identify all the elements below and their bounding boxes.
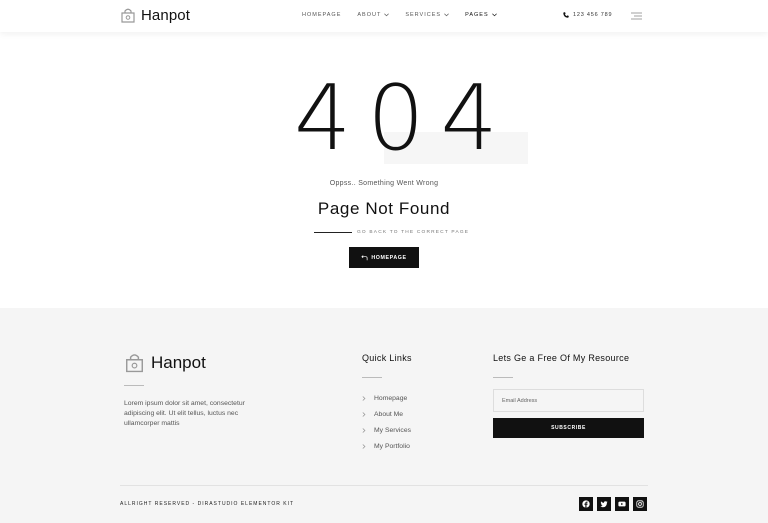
footer-bottom-divider [120,485,648,486]
subscribe-button-label: SUBSCRIBE [551,425,586,431]
facebook-icon [582,500,590,508]
youtube-link[interactable] [615,497,629,511]
footer-description: Lorem ipsum dolor sit amet, consectetur … [124,400,245,428]
subscribe-button[interactable]: SUBSCRIBE [493,418,644,438]
phone-number: 123 456 789 [573,12,613,18]
quick-link-label: About Me [374,410,404,418]
nav-item-services[interactable]: SERVICES [405,12,449,18]
homepage-button[interactable]: HOMEPAGE [349,247,419,268]
resource-title: Lets Ge a Free Of My Resource [493,353,630,363]
nav-label: HOMEPAGE [302,12,342,18]
chevron-down-icon [384,13,390,17]
youtube-icon [618,501,626,507]
shopping-bag-icon [126,354,143,373]
quick-link-my-services[interactable]: My Services [362,422,411,438]
copyright-text: ALLRIGHT RESERVED - DIRASTUDIO ELEMENTOR… [120,501,295,507]
site-header: Hanpot HOMEPAGE ABOUT SERVICES PAGES 123… [0,0,768,32]
quick-link-label: My Services [374,426,412,434]
return-arrow-icon [361,254,368,260]
nav-item-homepage[interactable]: HOMEPAGE [302,12,341,18]
go-back-text: GO BACK TO THE CORRECT PAGE [357,230,470,235]
quick-link-about-me[interactable]: About Me [362,406,411,422]
quick-links-title: Quick Links [362,353,412,363]
nav-item-about[interactable]: ABOUT [357,12,390,18]
error-title: Page Not Found [317,199,451,218]
quick-link-label: My Portfolio [374,443,410,451]
nav-label: SERVICES [405,12,442,18]
phone-icon [563,12,569,18]
hamburger-menu-icon[interactable] [631,12,642,20]
chevron-right-icon [362,412,366,417]
chevron-right-icon [362,428,366,433]
footer-divider [124,385,144,386]
quick-links-divider [362,377,382,378]
chevron-right-icon [362,444,366,449]
nav-label: PAGES [465,12,489,18]
shopping-bag-icon [121,8,135,23]
footer-logo-text: Hanpot [151,353,206,372]
error-subtitle: Oppss.. Something Went Wrong [329,180,439,187]
homepage-button-label: HOMEPAGE [371,254,407,261]
resource-divider [493,377,513,378]
instagram-icon [636,500,644,508]
logo-text: Hanpot [141,7,190,24]
site-logo[interactable]: Hanpot [120,7,190,24]
nav-item-pages[interactable]: PAGES [465,12,497,18]
twitter-link[interactable] [597,497,611,511]
twitter-icon [600,501,608,508]
facebook-link[interactable] [579,497,593,511]
social-links [579,497,647,511]
nav-label: ABOUT [357,12,382,18]
chevron-down-icon [491,13,497,17]
quick-links-list: Homepage About Me My Services My Portfol… [362,390,411,455]
error-code: 404 [294,66,514,171]
divider-line [314,232,352,233]
chevron-down-icon [444,13,449,17]
email-field[interactable] [493,389,644,412]
instagram-link[interactable] [633,497,647,511]
main-nav: HOMEPAGE ABOUT SERVICES PAGES [302,12,513,18]
quick-link-label: Homepage [374,394,408,402]
quick-link-homepage[interactable]: Homepage [362,390,411,406]
phone-contact[interactable]: 123 456 789 [563,12,612,18]
quick-link-my-portfolio[interactable]: My Portfolio [362,439,411,455]
footer-logo[interactable]: Hanpot [124,352,206,374]
chevron-right-icon [362,395,366,401]
go-back-hint: GO BACK TO THE CORRECT PAGE [314,230,469,235]
